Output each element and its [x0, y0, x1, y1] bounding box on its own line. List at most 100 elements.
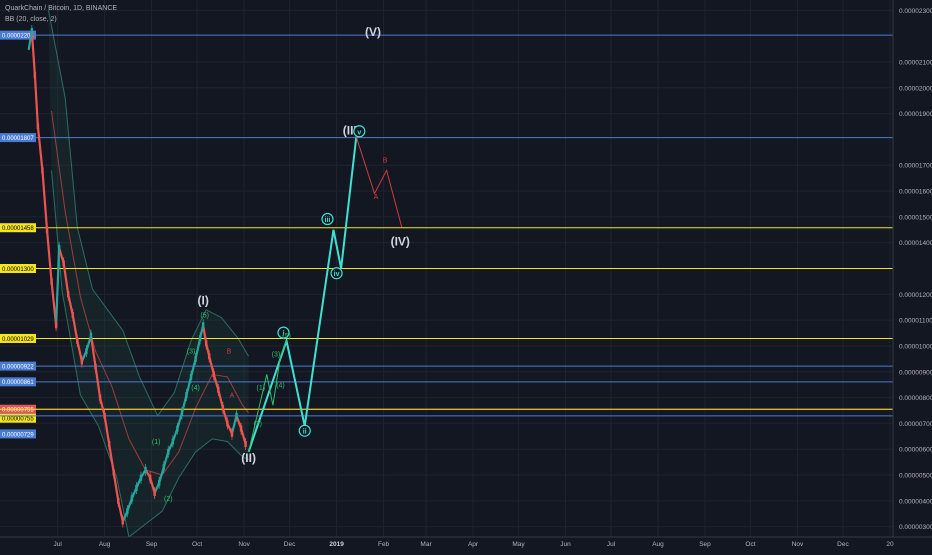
candle-body	[171, 438, 175, 445]
x-tick-label: Jul	[53, 541, 62, 548]
wave-label-major: (V)	[365, 25, 381, 39]
candle-body	[208, 353, 211, 360]
x-tick-label: Oct	[192, 541, 202, 548]
x-tick-label: Oct	[745, 541, 755, 548]
wave-correction-line	[355, 136, 403, 228]
candle-body	[103, 412, 106, 419]
wave-label-sub: (1)	[256, 385, 265, 392]
price-tag-left-text: 0.00000861	[2, 380, 34, 386]
candle-body	[71, 311, 74, 318]
price-tag-left-text: 0.00001300	[2, 267, 34, 273]
candle-body	[89, 332, 93, 339]
y-tick-label: 0.00000800	[899, 395, 932, 402]
x-tick-label: Sep	[699, 541, 711, 548]
candle-body	[204, 340, 208, 347]
candle-body	[50, 278, 53, 285]
y-tick-label: 0.00001100	[899, 318, 932, 325]
candle-body	[198, 335, 202, 342]
y-tick-label: 0.00002300	[899, 8, 932, 15]
candle-body	[130, 495, 134, 502]
wave-label-sub: (2)	[253, 421, 262, 428]
candle-body	[36, 123, 40, 130]
y-tick-label: 0.00001900	[899, 111, 932, 118]
price-segment	[36, 125, 44, 172]
candle-body	[107, 441, 111, 448]
candle-body	[57, 244, 61, 251]
wave-label-correction: B	[383, 158, 388, 165]
y-tick-label: 0.00002000	[899, 85, 932, 92]
candle-body	[85, 348, 88, 355]
candle-body	[62, 260, 65, 267]
wave-label-sub: (2)	[164, 496, 173, 503]
candle-body	[185, 392, 188, 399]
x-tick-label: Jul	[607, 541, 616, 548]
candle-body	[76, 337, 79, 344]
price-segment	[45, 228, 53, 283]
candle-body	[230, 430, 234, 437]
candle-body	[201, 322, 205, 329]
y-tick-label: 0.00001500	[899, 214, 932, 221]
wave-label-correction: A	[374, 194, 379, 201]
wave-label-sub: (5)	[200, 313, 209, 320]
x-tick-label: 20	[886, 541, 894, 548]
price-chart[interactable]: 0.000022040.000022040.000018070.00001807…	[0, 0, 932, 550]
y-tick-label: 0.00001600	[899, 189, 932, 196]
y-tick-label: 0.00001400	[899, 240, 932, 247]
candle-body	[30, 27, 34, 34]
price-tag-left-text: 0.00000755	[2, 417, 34, 423]
wave-label-sub: (3)	[187, 349, 196, 356]
wave-label-minor: ii	[303, 429, 307, 436]
candle-body	[189, 373, 193, 380]
candle-body	[235, 412, 238, 419]
y-tick-label: 0.00002100	[899, 59, 932, 66]
candle-body	[117, 497, 120, 504]
wave-label-correction: A	[230, 393, 235, 400]
wave-label-minor: iv	[334, 271, 340, 278]
wave-label-sub: (4)	[276, 382, 285, 389]
indicator-legend: BB (20, close, 2)	[5, 16, 57, 23]
symbol-title: QuarkChain / Bitcoin, 1D, BINANCE	[5, 5, 118, 12]
candle-body	[98, 394, 102, 401]
x-tick-label: Nov	[238, 541, 250, 548]
wave-label-major: (IV)	[391, 234, 410, 248]
x-tick-label: Dec	[284, 541, 296, 548]
y-tick-label: 0.00001000	[899, 343, 932, 350]
y-tick-label: 0.00000400	[899, 498, 932, 505]
y-tick-label: 0.00000900	[899, 369, 932, 376]
x-tick-label: Dec	[837, 541, 849, 548]
candle-body	[80, 358, 84, 365]
candle-body	[153, 490, 156, 497]
x-tick-label: Sep	[146, 541, 158, 548]
wave-label-minor: v	[357, 129, 361, 136]
wave-label-minor: iii	[325, 217, 331, 224]
candle-body	[67, 291, 70, 298]
price-segment	[33, 73, 40, 128]
price-tag-left-text: 0.00001029	[2, 337, 34, 343]
chart-area[interactable]: 0.000022040.000022040.000018070.00001807…	[0, 0, 932, 550]
price-segment	[41, 169, 49, 231]
x-tick-label: Nov	[792, 541, 804, 548]
candle-body	[41, 167, 44, 174]
wave-label-sub: (4)	[191, 385, 200, 392]
candle-body	[135, 484, 138, 491]
wave-label-major: (I)	[197, 294, 208, 308]
candle-body	[148, 474, 152, 481]
candle-body	[176, 425, 179, 432]
x-tick-label: Mar	[420, 541, 432, 548]
y-tick-label: 0.00001200	[899, 292, 932, 299]
wave-label-sub: (3)	[272, 351, 281, 358]
candle-body	[212, 371, 215, 378]
candle-body	[244, 441, 247, 448]
candle-body	[180, 410, 184, 417]
candle-body	[126, 508, 129, 515]
candle-body	[217, 386, 220, 393]
x-tick-label: May	[512, 541, 525, 548]
bb-fill	[48, 10, 249, 538]
candle-body	[226, 420, 229, 427]
price-tag-left-text: 0.00000729	[2, 432, 34, 438]
x-tick-label: Jun	[560, 541, 571, 548]
x-tick-label: Apr	[468, 541, 479, 548]
candle-body	[167, 448, 170, 455]
x-tick-label: Feb	[378, 541, 390, 548]
candle-body	[239, 425, 243, 432]
